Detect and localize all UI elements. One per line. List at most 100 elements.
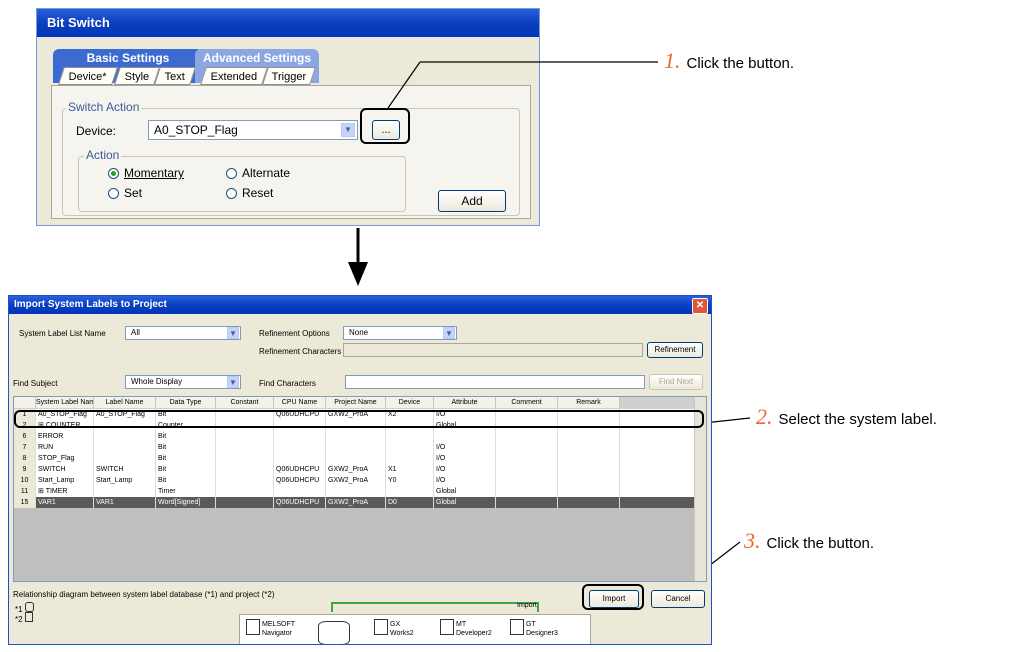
table-cell (94, 442, 156, 453)
table-cell (558, 486, 620, 497)
legend-project: *2 (15, 612, 33, 624)
table-cell: GXW2_ProA (326, 464, 386, 475)
column-header[interactable]: Label Name (94, 397, 156, 408)
app-mt-developer2: MT Developer2 (456, 621, 492, 637)
table-cell (558, 497, 620, 508)
table-cell: Bit (156, 464, 216, 475)
table-cell (94, 486, 156, 497)
row-number: 9 (14, 464, 36, 475)
row-number: 10 (14, 475, 36, 486)
column-header[interactable]: Device (386, 397, 434, 408)
column-header[interactable]: Data Type (156, 397, 216, 408)
table-empty-area (14, 508, 694, 581)
mt-developer2-icon (440, 619, 454, 635)
table-row[interactable]: 9 SWITCH SWITCH Bit Q06UDHCPU GXW2_ProA X1 I/O (14, 464, 694, 475)
table-cell: VAR1 (36, 497, 94, 508)
find-subject-select[interactable]: Whole Display ▼ (125, 375, 241, 389)
find-characters-input[interactable] (345, 375, 645, 389)
table-cell (94, 453, 156, 464)
table-cell (558, 442, 620, 453)
column-header[interactable]: CPU Name (274, 397, 326, 408)
table-cell (216, 464, 274, 475)
table-cell: D0 (386, 497, 434, 508)
table-row[interactable]: 7 RUN Bit I/O (14, 442, 694, 453)
table-cell: Start_Lamp (36, 475, 94, 486)
step-2: 2. Select the system label. (756, 404, 937, 429)
table-cell: SWITCH (94, 464, 156, 475)
table-cell (558, 464, 620, 475)
table-cell: GXW2_ProA (326, 475, 386, 486)
callout-import-button (582, 584, 644, 610)
find-subject-label: Find Subject (13, 379, 58, 388)
table-row[interactable]: 15 VAR1 VAR1 Word[Signed] Q06UDHCPU GXW2_ProA… (14, 497, 694, 508)
table-cell: X1 (386, 464, 434, 475)
table-cell: Q06UDHCPU (274, 497, 326, 508)
table-cell (216, 442, 274, 453)
table-row[interactable]: 8 STOP_Flag Bit I/O (14, 453, 694, 464)
chevron-down-icon[interactable]: ▼ (443, 327, 455, 339)
refinement-options-select[interactable]: None ▼ (343, 326, 457, 340)
table-cell: Global (434, 486, 496, 497)
relationship-label: Relationship diagram between system labe… (13, 590, 275, 599)
table-row[interactable]: 10 Start_Lamp Start_Lamp Bit Q06UDHCPU GXW2_P… (14, 475, 694, 486)
table-cell: Q06UDHCPU (274, 475, 326, 486)
table-cell: VAR1 (94, 497, 156, 508)
table-cell (274, 453, 326, 464)
close-icon[interactable]: ✕ (692, 298, 708, 314)
table-cell (386, 453, 434, 464)
expand-icon[interactable]: ⊞ (38, 488, 46, 495)
refinement-button[interactable]: Refinement (647, 342, 703, 358)
app-melsoft-navigator: MELSOFT Navigator (262, 621, 296, 637)
table-row[interactable]: 11 ⊞ TIMER Timer Global (14, 486, 694, 497)
column-header[interactable]: Constant (216, 397, 274, 408)
import-arrow (331, 602, 539, 612)
chevron-down-icon[interactable]: ▼ (227, 327, 239, 339)
table-cell: Y0 (386, 475, 434, 486)
chevron-down-icon[interactable]: ▼ (227, 376, 239, 388)
table-cell (496, 431, 558, 442)
callout-selected-row (14, 410, 704, 428)
step-1: 1. Click the button. (664, 48, 795, 73)
table-cell (94, 431, 156, 442)
app-gx-works2: GX Works2 (390, 621, 414, 637)
gx-works2-icon (374, 619, 388, 635)
table-cell: Timer (156, 486, 216, 497)
system-label-list-name-select[interactable]: All ▼ (125, 326, 241, 340)
column-header[interactable] (14, 397, 36, 408)
refinement-options-label: Refinement Options (259, 329, 330, 338)
refinement-characters-input[interactable] (343, 343, 643, 357)
table-cell: Start_Lamp (94, 475, 156, 486)
table-cell (496, 486, 558, 497)
cancel-button[interactable]: Cancel (651, 590, 705, 608)
system-label-list-name-label: System Label List Name (19, 329, 106, 338)
table-cell: I/O (434, 453, 496, 464)
table-cell (496, 497, 558, 508)
row-number: 8 (14, 453, 36, 464)
database-icon (318, 621, 350, 644)
column-header[interactable]: Attribute (434, 397, 496, 408)
import-arrow-label: Import (517, 602, 537, 609)
step-3: 3. Click the button. (744, 528, 875, 553)
table-cell (326, 442, 386, 453)
table-cell (496, 475, 558, 486)
table-cell (558, 475, 620, 486)
find-characters-label: Find Characters (259, 379, 316, 388)
column-header[interactable]: Remark (558, 397, 620, 408)
table-cell (274, 486, 326, 497)
column-header[interactable]: Project Name (326, 397, 386, 408)
select-value: None (349, 328, 369, 337)
column-header[interactable]: System Label Name (36, 397, 94, 408)
table-cell (496, 464, 558, 475)
find-next-button[interactable]: Find Next (649, 374, 703, 390)
table-cell (558, 453, 620, 464)
row-number: 11 (14, 486, 36, 497)
table-row[interactable]: 6 ERROR Bit (14, 431, 694, 442)
table-cell: Word[Signed] (156, 497, 216, 508)
column-header[interactable]: Comment (496, 397, 558, 408)
table-cell (216, 475, 274, 486)
table-cell (274, 442, 326, 453)
refinement-characters-label: Refinement Characters (259, 347, 342, 356)
document-icon (24, 612, 33, 622)
table-cell (326, 486, 386, 497)
database-icon (24, 602, 34, 612)
